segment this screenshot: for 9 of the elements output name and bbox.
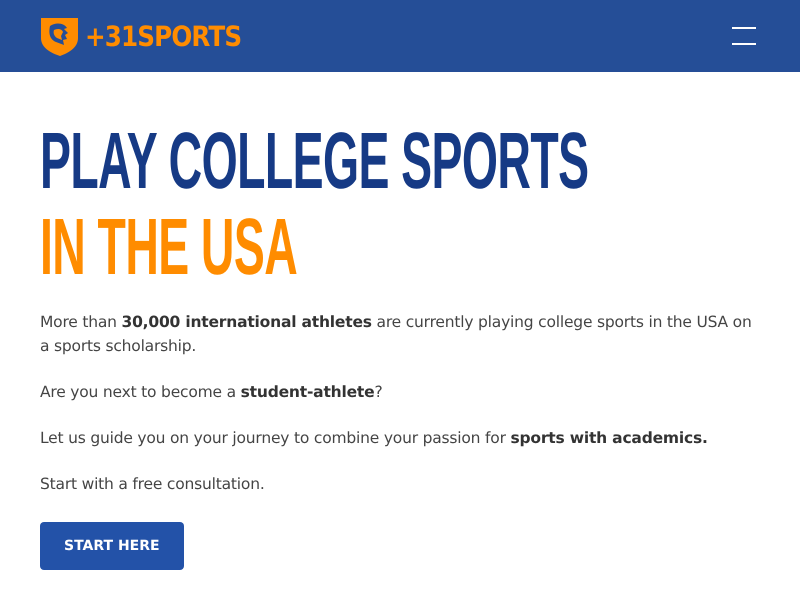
paragraph: Start with a free consultation. [40,474,266,495]
paragraph: More than 30,000 international athletes are currently playing college sports in the USA on a sports scholarship. [40,312,753,357]
paragraph: Let us guide you on your journey to combine your passion for sports with academics. [40,428,709,449]
lion-shield-icon [40,16,79,56]
paragraph: Are you next to become a student-athlete? [40,382,384,403]
menu-button[interactable] [732,27,756,45]
headline: IN THE USA [40,204,298,290]
start-here-button[interactable]: START HERE [40,522,184,570]
headline: PLAY COLLEGE SPORTS [40,118,588,204]
